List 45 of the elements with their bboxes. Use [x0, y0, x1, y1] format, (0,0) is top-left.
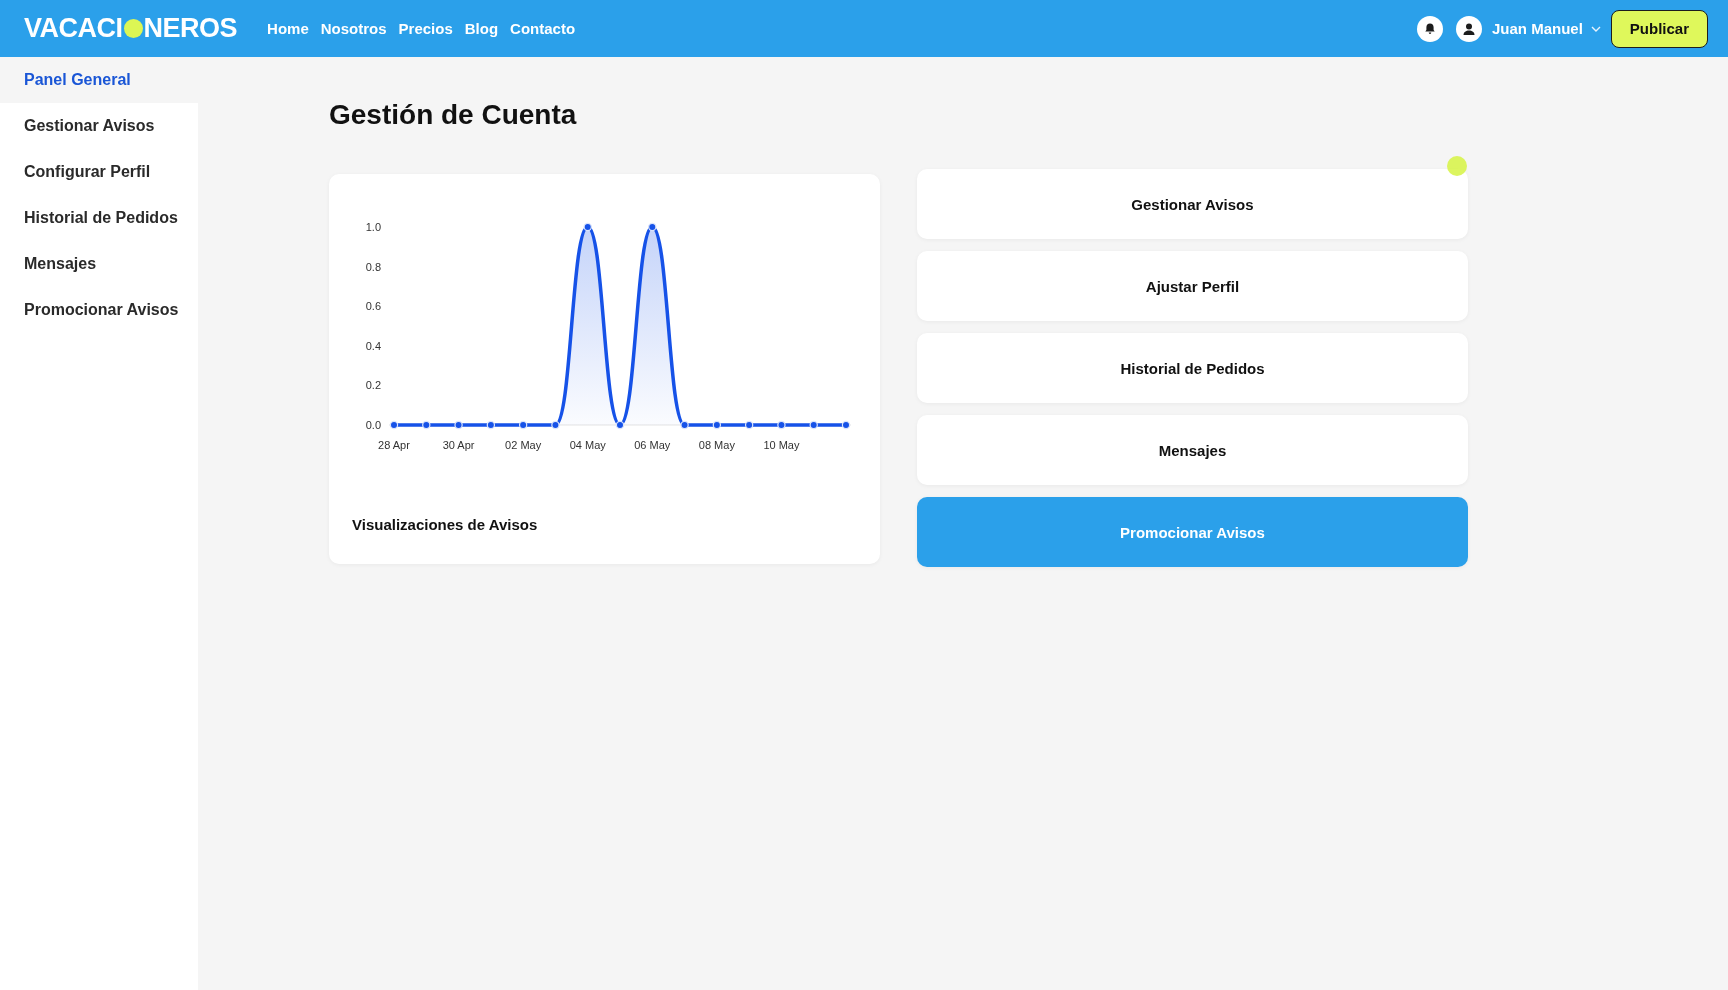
data-point [680, 420, 689, 430]
y-axis-label: 0.0 [365, 419, 381, 431]
y-axis-label: 0.8 [365, 260, 381, 273]
data-point [454, 420, 463, 430]
data-point [486, 420, 496, 430]
chart-title: Visualizaciones de Avisos [352, 516, 538, 533]
data-point [518, 420, 528, 430]
sidebar-item[interactable]: Gestionar Avisos [0, 103, 198, 149]
x-axis-label: 30 Apr [442, 439, 475, 451]
action-button[interactable]: Ajustar Perfil [917, 251, 1468, 321]
action-button[interactable]: Mensajes [917, 415, 1468, 485]
action-button[interactable]: Historial de Pedidos [917, 333, 1468, 403]
sidebar-item[interactable]: Historial de Pedidos [0, 195, 198, 241]
action-button[interactable]: Gestionar Avisos [917, 169, 1468, 239]
data-point [744, 420, 754, 430]
cursor-dot [1447, 156, 1467, 176]
page-title: Gestión de Cuenta [329, 99, 578, 131]
data-point [777, 420, 786, 430]
sidebar-item[interactable]: Promocionar Avisos [0, 287, 198, 333]
x-axis-label: 28 Apr [378, 439, 410, 451]
sidebar-item[interactable]: Panel General [0, 57, 198, 103]
x-axis-label: 08 May [698, 439, 735, 451]
chevron-down-icon[interactable] [1590, 25, 1601, 32]
data-point [615, 420, 625, 430]
bell-icon[interactable] [1416, 15, 1443, 42]
data-point [389, 420, 399, 430]
data-point [648, 222, 657, 232]
data-point [841, 420, 851, 430]
y-axis-label: 0.6 [365, 300, 381, 313]
x-axis-label: 06 May [634, 439, 671, 451]
y-axis-label: 1.0 [365, 221, 381, 233]
publish-button[interactable]: Publicar [1610, 9, 1708, 48]
data-point [712, 420, 722, 430]
y-axis-label: 0.2 [365, 379, 381, 392]
x-axis-label: 10 May [763, 439, 800, 451]
x-axis-label: 04 May [569, 439, 606, 451]
data-point [551, 420, 560, 430]
data-point [809, 420, 818, 430]
sidebar-item[interactable]: Configurar Perfil [0, 149, 198, 195]
x-axis-label: 02 May [505, 439, 542, 451]
user-avatar-icon[interactable] [1455, 15, 1482, 42]
y-axis-label: 0.4 [365, 339, 381, 352]
data-point [422, 420, 431, 430]
data-point [583, 222, 592, 232]
sidebar-item[interactable]: Mensajes [0, 241, 198, 287]
